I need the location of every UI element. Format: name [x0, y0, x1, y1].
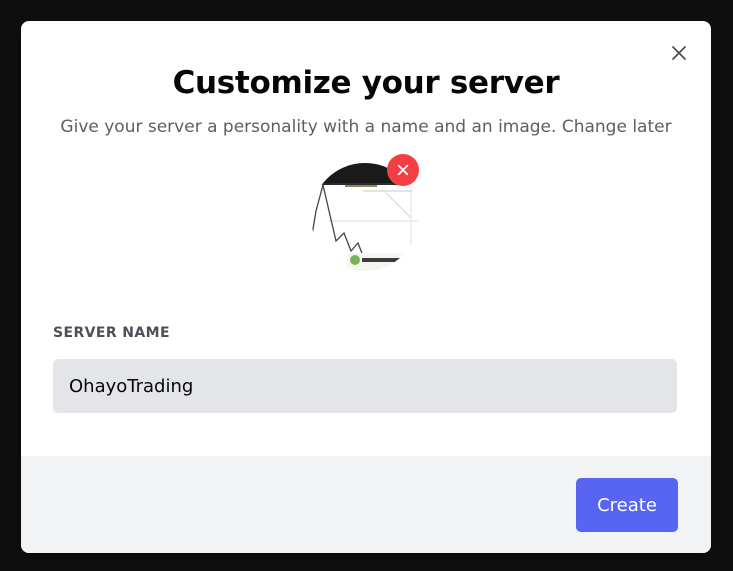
server-icon-upload[interactable] [311, 154, 421, 273]
customize-server-modal: Customize your server Give your server a… [21, 21, 711, 553]
close-icon [672, 46, 686, 60]
modal-footer: Create [21, 456, 711, 553]
close-button[interactable] [667, 41, 691, 65]
server-name-input[interactable] [53, 359, 677, 413]
server-name-label: SERVER NAME [53, 325, 170, 341]
close-icon [397, 164, 409, 176]
create-button[interactable]: Create [576, 478, 678, 532]
modal-title: Customize your server [172, 65, 560, 101]
remove-image-button[interactable] [387, 154, 419, 186]
modal-subtitle: Give your server a personality with a na… [60, 117, 672, 137]
